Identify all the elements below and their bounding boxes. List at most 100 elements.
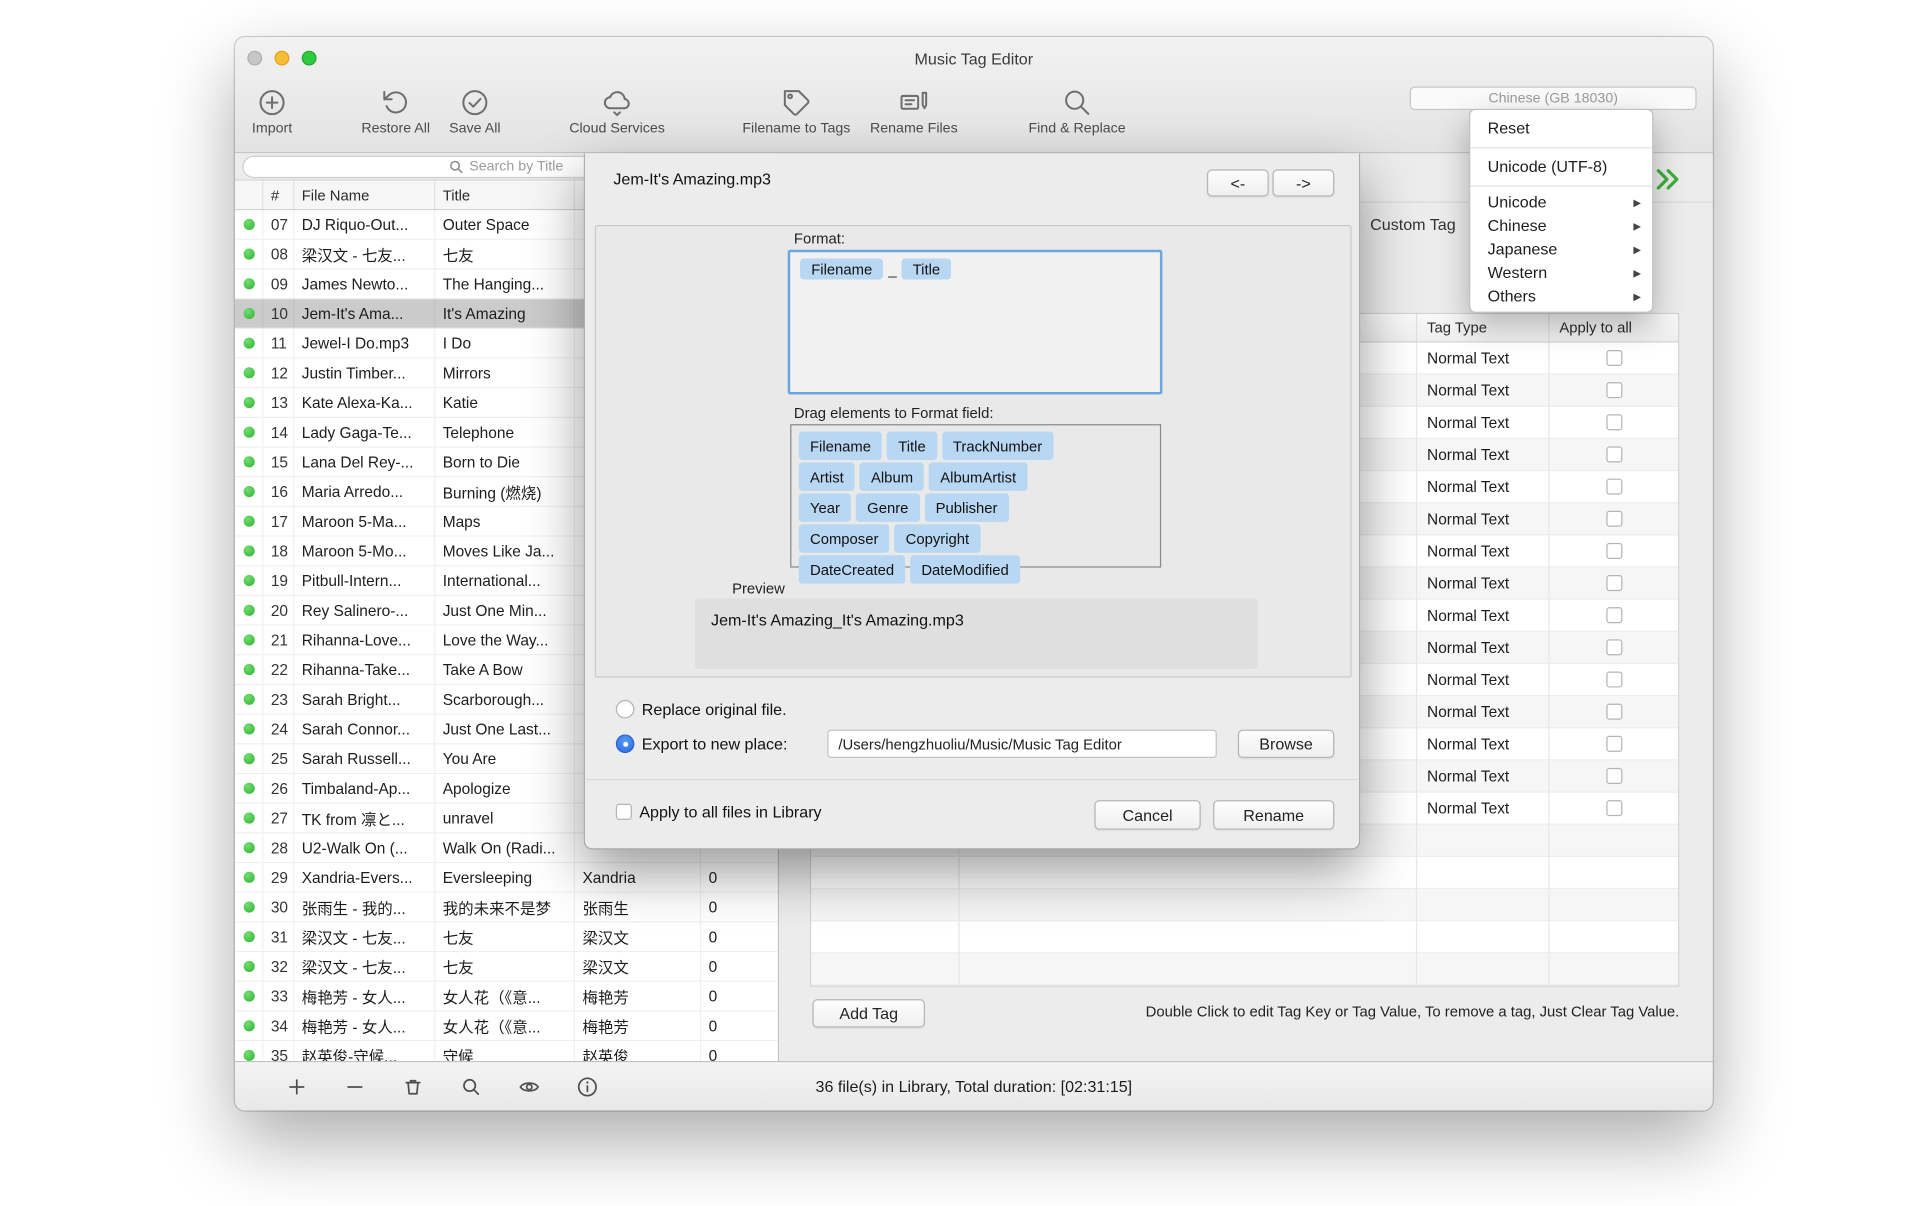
tag-key-cell[interactable]	[811, 953, 959, 985]
element-chip[interactable]: AlbumArtist	[929, 462, 1027, 490]
tag-type-cell[interactable]: Normal Text	[1417, 793, 1549, 825]
apply-to-all-checkbox[interactable]	[1606, 800, 1622, 816]
apply-to-all-checkbox[interactable]	[1606, 639, 1622, 655]
element-chip[interactable]: Composer	[799, 524, 890, 552]
header-cell-status[interactable]	[235, 181, 263, 209]
menu-item[interactable]: Chinese ▶	[1470, 214, 1652, 237]
apply-to-all-checkbox[interactable]	[1606, 607, 1622, 623]
apply-to-all-checkbox[interactable]	[1606, 350, 1622, 366]
element-chip[interactable]: Publisher	[924, 493, 1008, 521]
tag-value-cell[interactable]	[960, 857, 1418, 889]
menu-item[interactable]: Unicode ▶	[1470, 190, 1652, 213]
tag-type-cell[interactable]	[1417, 953, 1549, 985]
tag-type-cell[interactable]: Normal Text	[1417, 696, 1549, 728]
tag-key-cell[interactable]	[811, 889, 959, 921]
tag-row[interactable]	[811, 857, 1678, 889]
format-chip-filename[interactable]: Filename	[800, 258, 883, 279]
search-files-button[interactable]	[441, 1075, 499, 1097]
file-row[interactable]: 29 Xandria-Evers... Eversleeping Xandria…	[235, 863, 778, 893]
apply-all-files-checkbox[interactable]	[616, 803, 632, 819]
replace-original-radio[interactable]	[616, 699, 635, 718]
apply-to-all-checkbox[interactable]	[1606, 511, 1622, 527]
element-chip[interactable]: Album	[860, 462, 924, 490]
tag-type-cell[interactable]: Normal Text	[1417, 439, 1549, 471]
tag-row[interactable]	[811, 889, 1678, 921]
tag-type-cell[interactable]: Normal Text	[1417, 535, 1549, 567]
encoding-convert-button[interactable]	[1650, 163, 1683, 194]
apply-to-all-checkbox[interactable]	[1606, 671, 1622, 687]
apply-to-all-checkbox[interactable]	[1606, 704, 1622, 720]
header-cell-title[interactable]: Title	[435, 181, 575, 209]
file-row[interactable]: 34 梅艳芳 - 女人... 女人花（《意... 梅艳芳 0	[235, 1012, 778, 1042]
tag-type-cell[interactable]: Normal Text	[1417, 471, 1549, 503]
toolbar-cloud-services-button[interactable]: Cloud Services	[543, 85, 691, 136]
toolbar-rename-files-button[interactable]: Rename Files	[840, 85, 988, 136]
format-chip-title[interactable]: Title	[902, 258, 952, 279]
apply-to-all-checkbox[interactable]	[1606, 736, 1622, 752]
tag-key-cell[interactable]	[811, 921, 959, 953]
cancel-button[interactable]: Cancel	[1094, 800, 1200, 830]
tag-type-cell[interactable]: Normal Text	[1417, 343, 1549, 375]
browse-button[interactable]: Browse	[1238, 730, 1334, 758]
menu-item-reset[interactable]: Reset	[1470, 114, 1652, 144]
apply-to-all-checkbox[interactable]	[1606, 543, 1622, 559]
format-joiner[interactable]: _	[888, 260, 896, 277]
menu-item[interactable]: Japanese ▶	[1470, 237, 1652, 260]
tag-row[interactable]	[811, 953, 1678, 985]
previous-file-button[interactable]: <-	[1207, 169, 1269, 196]
element-chip[interactable]: Copyright	[895, 524, 981, 552]
file-row[interactable]: 32 梁汉文 - 七友... 七友 梁汉文 0	[235, 952, 778, 982]
element-chip[interactable]: Genre	[856, 493, 920, 521]
apply-to-all-checkbox[interactable]	[1606, 414, 1622, 430]
add-file-button[interactable]	[267, 1075, 325, 1097]
tag-type-cell[interactable]: Normal Text	[1417, 761, 1549, 793]
info-button[interactable]	[558, 1075, 616, 1097]
add-tag-button[interactable]: Add Tag	[812, 999, 925, 1027]
tag-type-cell[interactable]	[1417, 921, 1549, 953]
menu-item-unicode-utf8[interactable]: Unicode (UTF-8)	[1470, 152, 1652, 182]
tag-type-cell[interactable]: Normal Text	[1417, 632, 1549, 664]
apply-to-all-checkbox[interactable]	[1606, 382, 1622, 398]
tag-type-cell[interactable]: Normal Text	[1417, 407, 1549, 439]
preview-button[interactable]	[500, 1075, 558, 1097]
file-row[interactable]: 35 赵英俊-守候... 守候 赵英俊 0	[235, 1041, 778, 1061]
next-file-button[interactable]: ->	[1272, 169, 1334, 196]
element-chip[interactable]: DateModified	[910, 555, 1020, 583]
tag-value-cell[interactable]	[960, 953, 1418, 985]
tag-value-cell[interactable]	[960, 921, 1418, 953]
tag-type-cell[interactable]	[1417, 825, 1549, 857]
file-row[interactable]: 33 梅艳芳 - 女人... 女人花（《意... 梅艳芳 0	[235, 982, 778, 1012]
menu-item[interactable]: Western ▶	[1470, 261, 1652, 284]
apply-to-all-header[interactable]: Apply to all	[1549, 314, 1678, 341]
toolbar-find-replace-button[interactable]: Find & Replace	[1003, 85, 1151, 136]
format-field[interactable]: Filename _ Title	[788, 250, 1163, 395]
tag-type-cell[interactable]: Normal Text	[1417, 375, 1549, 407]
tag-type-cell[interactable]: Normal Text	[1417, 664, 1549, 696]
tag-type-cell[interactable]	[1417, 889, 1549, 921]
tag-type-cell[interactable]: Normal Text	[1417, 503, 1549, 535]
apply-to-all-checkbox[interactable]	[1606, 446, 1622, 462]
file-row[interactable]: 31 梁汉文 - 七友... 七友 梁汉文 0	[235, 923, 778, 953]
export-path-field[interactable]: /Users/hengzhuoliu/Music/Music Tag Edito…	[827, 730, 1217, 758]
remove-file-button[interactable]	[325, 1075, 383, 1097]
file-row[interactable]: 30 张雨生 - 我的... 我的未来不是梦 张雨生 0	[235, 893, 778, 923]
tag-type-cell[interactable]	[1417, 857, 1549, 889]
tag-key-cell[interactable]	[811, 857, 959, 889]
apply-to-all-checkbox[interactable]	[1606, 575, 1622, 591]
tag-type-cell[interactable]: Normal Text	[1417, 728, 1549, 760]
element-chip[interactable]: Filename	[799, 432, 882, 460]
tag-value-cell[interactable]	[960, 889, 1418, 921]
header-cell-filename[interactable]: File Name	[294, 181, 435, 209]
element-chip[interactable]: TrackNumber	[942, 432, 1054, 460]
header-cell-number[interactable]: #	[263, 181, 294, 209]
menu-item[interactable]: Others ▶	[1470, 284, 1652, 307]
export-new-place-radio[interactable]	[616, 734, 635, 753]
tag-type-header[interactable]: Tag Type	[1417, 314, 1549, 341]
tag-type-cell[interactable]: Normal Text	[1417, 568, 1549, 600]
delete-button[interactable]	[383, 1075, 441, 1097]
apply-to-all-checkbox[interactable]	[1606, 479, 1622, 495]
tag-type-cell[interactable]: Normal Text	[1417, 600, 1549, 632]
element-chip[interactable]: Artist	[799, 462, 855, 490]
element-chip[interactable]: DateCreated	[799, 555, 905, 583]
toolbar-save-all-button[interactable]: Save All	[401, 85, 549, 136]
